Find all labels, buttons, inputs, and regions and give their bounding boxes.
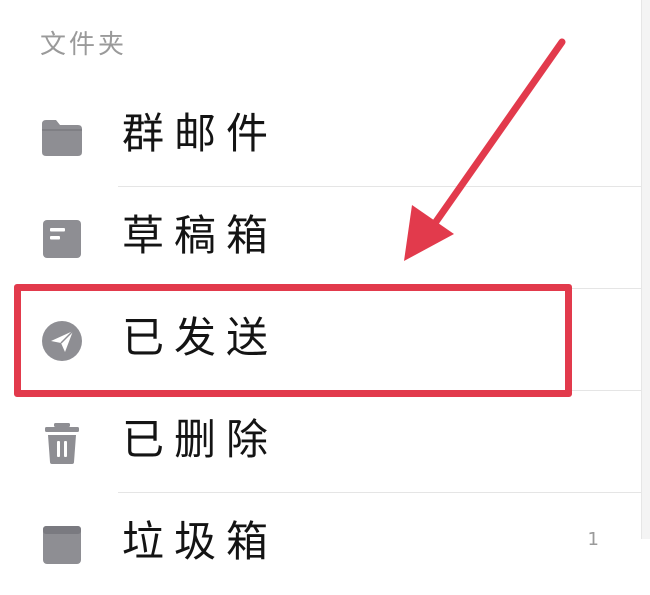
folder-item-drafts[interactable]: 草稿箱 [0,187,641,289]
folder-list: 群邮件 草稿箱 已发送 已删除 垃圾箱 1 [0,85,641,566]
folder-label: 群邮件 [122,109,279,158]
folder-item-deleted[interactable]: 已删除 [0,391,641,493]
folder-item-spam[interactable]: 垃圾箱 1 [0,493,641,595]
folder-item-group-mail[interactable]: 群邮件 [0,85,641,187]
folder-count: 1 [587,529,599,550]
folder-icon [42,120,82,156]
folder-item-sent[interactable]: 已发送 [0,289,641,391]
sent-icon [42,321,82,361]
trash-icon [45,423,79,464]
spam-icon [43,526,81,564]
folders-section-title: 文件夹 [40,30,128,60]
folder-label: 已删除 [122,415,279,464]
folder-label: 已发送 [122,313,279,362]
folder-label: 草稿箱 [122,211,279,260]
folder-label: 垃圾箱 [122,517,279,566]
scrollbar-track[interactable] [641,0,650,539]
draft-icon [43,220,81,258]
